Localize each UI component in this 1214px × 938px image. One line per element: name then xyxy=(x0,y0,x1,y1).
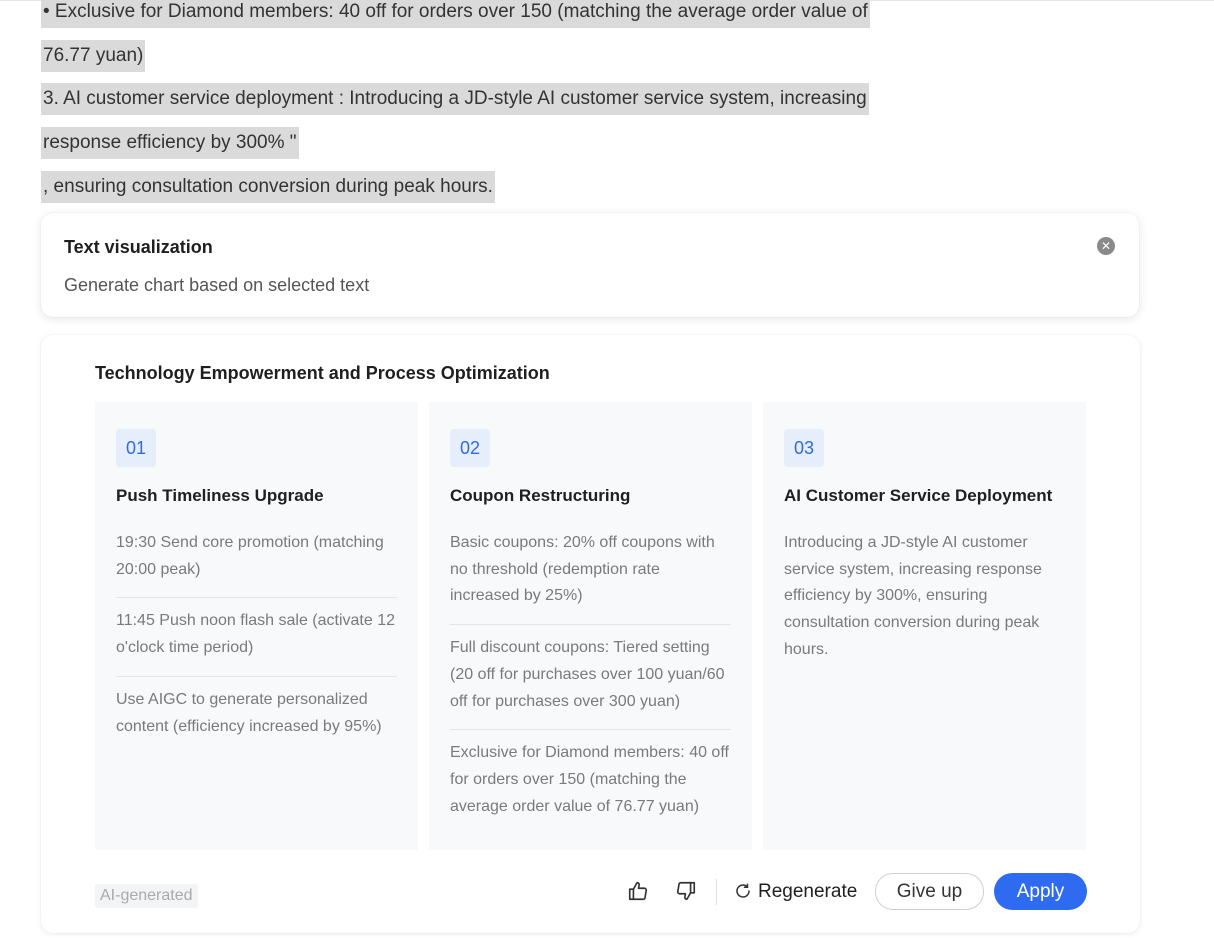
chart-column: 01 Push Timeliness Upgrade 19:30 Send co… xyxy=(95,402,418,850)
selected-text-line[interactable]: 3. AI customer service deployment : Intr… xyxy=(41,83,869,115)
apply-button[interactable]: Apply xyxy=(994,873,1087,910)
regenerate-label: Regenerate xyxy=(758,881,858,902)
popover-title: Text visualization xyxy=(64,237,213,257)
ai-generated-tag: AI-generated xyxy=(95,884,198,908)
column-item: Basic coupons: 20% off coupons with no t… xyxy=(450,530,731,626)
column-number-badge: 03 xyxy=(784,429,824,467)
column-item: Introducing a JD-style AI customer servi… xyxy=(784,534,1042,658)
column-title: Push Timeliness Upgrade xyxy=(116,486,324,505)
selected-text-line[interactable]: response efficiency by 300% " xyxy=(41,127,299,159)
column-item: 11:45 Push noon flash sale (activate 12 … xyxy=(116,608,397,677)
column-item: Use AIGC to generate personalized conten… xyxy=(116,690,382,735)
selected-text-line[interactable]: , ensuring consultation conversion durin… xyxy=(41,171,495,203)
thumbs-up-icon[interactable] xyxy=(623,876,653,906)
selected-text-line[interactable]: 76.77 yuan) xyxy=(41,40,146,72)
column-item: Full discount coupons: Tiered setting (2… xyxy=(450,635,731,731)
chart-column: 03 AI Customer Service Deployment Introd… xyxy=(763,402,1086,850)
column-items: 19:30 Send core promotion (matching 20:0… xyxy=(116,530,397,764)
chart-column: 02 Coupon Restructuring Basic coupons: 2… xyxy=(429,402,752,850)
column-title: AI Customer Service Deployment xyxy=(784,486,1053,505)
chart-columns: 01 Push Timeliness Upgrade 19:30 Send co… xyxy=(95,402,1087,850)
refresh-icon xyxy=(736,883,750,898)
column-items: Basic coupons: 20% off coupons with no t… xyxy=(450,530,731,844)
column-item: 19:30 Send core promotion (matching 20:0… xyxy=(116,530,397,599)
column-number-badge: 01 xyxy=(116,429,156,467)
close-icon[interactable]: ✕ xyxy=(1097,237,1115,255)
popover-subtitle: Generate chart based on selected text xyxy=(64,275,370,295)
chart-title: Technology Empowerment and Process Optim… xyxy=(95,363,550,383)
column-title: Coupon Restructuring xyxy=(450,486,631,505)
chart-panel: Technology Empowerment and Process Optim… xyxy=(41,335,1140,933)
thumbs-down-icon[interactable] xyxy=(671,876,701,906)
footer-divider xyxy=(716,879,717,905)
text-visualization-popover: Text visualization Generate chart based … xyxy=(41,213,1139,317)
column-number-badge: 02 xyxy=(450,429,490,467)
selected-text-line[interactable]: • Exclusive for Diamond members: 40 off … xyxy=(41,0,870,28)
give-up-button[interactable]: Give up xyxy=(875,873,984,910)
column-item: Exclusive for Diamond members: 40 off fo… xyxy=(450,744,729,815)
column-items: Introducing a JD-style AI customer servi… xyxy=(784,530,1065,688)
regenerate-button[interactable]: Regenerate xyxy=(734,877,857,907)
